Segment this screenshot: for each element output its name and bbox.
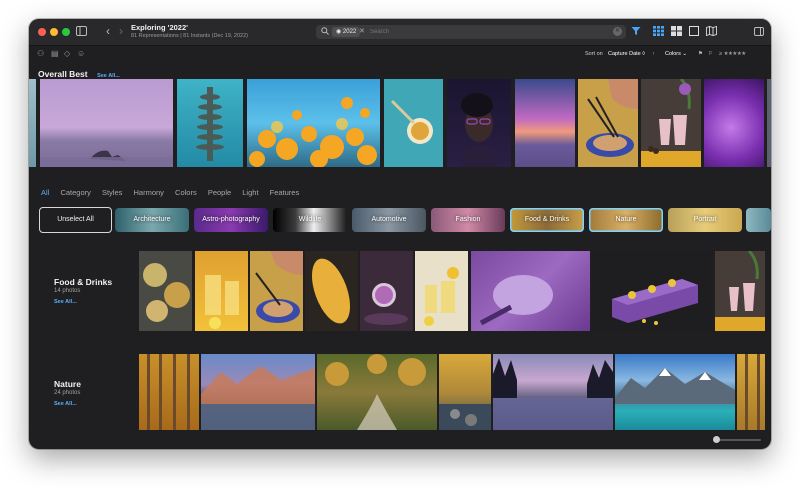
sidebar-right-icon[interactable] [754, 27, 764, 39]
section-food-drinks: Food & Drinks 14 photos See All... [29, 251, 771, 331]
photo-thumbnail[interactable] [439, 354, 491, 430]
chip-wildlife[interactable]: Wildlife [273, 208, 347, 232]
photo-thumbnail[interactable] [715, 251, 765, 331]
photo-thumbnail[interactable] [317, 354, 437, 430]
people-tree-icon[interactable]: ⚇ [37, 49, 44, 58]
section-see-all-link[interactable]: See All... [54, 401, 77, 407]
photo-thumbnail[interactable] [493, 354, 613, 430]
app-window: ‹ › Exploring '2022' 81 Representations … [29, 19, 771, 449]
overall-best-strip [29, 79, 771, 167]
search-input[interactable] [370, 26, 590, 37]
album-icon[interactable]: ▤ [51, 49, 59, 58]
photo-thumbnail[interactable] [139, 354, 199, 430]
search-icon [321, 27, 329, 37]
photo-thumbnail[interactable] [615, 354, 735, 430]
photo-thumbnail[interactable] [247, 79, 380, 167]
photo-thumbnail[interactable] [578, 79, 638, 167]
colors-label: Colors [665, 51, 681, 57]
forward-arrow-icon[interactable]: › [119, 25, 123, 37]
rating-prefix: ≥ [719, 51, 723, 57]
photo-thumbnail[interactable] [177, 79, 243, 167]
photo-thumbnail[interactable] [384, 79, 443, 167]
tab-styles[interactable]: Styles [102, 188, 122, 197]
section-title: Nature [54, 379, 81, 389]
search-field[interactable]: ◉ 2022 ✕ ✕ [316, 25, 626, 39]
calendar-icon: ◉ [336, 29, 342, 35]
search-token[interactable]: ◉ 2022 [332, 27, 361, 37]
filter-icon[interactable] [631, 26, 641, 39]
photo-thumbnail[interactable] [515, 79, 575, 167]
rating-stars: ★★★★★ [723, 51, 747, 57]
title-bar: ‹ › Exploring '2022' 81 Representations … [29, 19, 771, 46]
photo-thumbnail[interactable] [767, 79, 771, 167]
photo-thumbnail[interactable] [201, 354, 315, 430]
chip-automotive[interactable]: Automotive [352, 208, 426, 232]
chip-portrait[interactable]: Portrait [668, 208, 742, 232]
section-title: Food & Drinks [54, 277, 113, 287]
minimize-window-button[interactable] [50, 28, 58, 36]
section-count: 24 photos [54, 390, 81, 396]
tab-features[interactable]: Features [270, 188, 300, 197]
photo-thumbnail[interactable] [360, 251, 413, 331]
category-chips: Unselect All Architecture Astro-photogra… [29, 207, 771, 233]
photo-thumbnail[interactable] [415, 251, 468, 331]
overall-best-title: Overall Best [38, 69, 88, 79]
tab-colors[interactable]: Colors [175, 188, 197, 197]
section-count: 14 photos [54, 288, 81, 294]
tab-light[interactable]: Light [242, 188, 258, 197]
clear-search-icon[interactable]: ✕ [613, 27, 622, 36]
photo-thumbnail[interactable] [704, 79, 764, 167]
chip-more[interactable] [746, 208, 771, 232]
flag-icon[interactable]: ⚑ [698, 51, 703, 57]
window-subtitle: 81 Representations | 81 Instants (Dec 19… [131, 33, 248, 39]
filter-tabs: All Category Styles Harmony Colors Peopl… [41, 188, 308, 197]
remove-token-icon[interactable]: ✕ [359, 27, 365, 35]
chip-food-drinks[interactable]: Food & Drinks [510, 208, 584, 232]
photo-thumbnail[interactable] [305, 251, 358, 331]
photo-thumbnail[interactable] [139, 251, 192, 331]
rating-filter[interactable]: ≥ ★★★★★ [719, 51, 746, 57]
grid-view-icon[interactable] [653, 26, 664, 39]
window-title-block: Exploring '2022' 81 Representations | 81… [131, 23, 248, 39]
sort-direction-icon[interactable]: ↑ [652, 51, 655, 57]
close-window-button[interactable] [38, 28, 46, 36]
sort-label: Sort on [585, 51, 603, 57]
slider-knob[interactable] [713, 436, 720, 443]
window-title: Exploring '2022' [131, 23, 188, 32]
chip-fashion[interactable]: Fashion [431, 208, 505, 232]
flag-outline-icon[interactable]: ⚐ [708, 51, 713, 57]
photo-thumbnail[interactable] [29, 79, 36, 167]
secondary-toolbar: ⚇ ▤ ◇ ☺ Sort on Capture Date ◊ ↑ Colors … [29, 46, 771, 62]
tab-harmony[interactable]: Harmony [134, 188, 164, 197]
sidebar-toggle-icon[interactable] [76, 26, 87, 39]
photo-thumbnail[interactable] [250, 251, 303, 331]
section-see-all-link[interactable]: See All... [54, 299, 77, 305]
single-view-icon[interactable] [689, 26, 699, 39]
thumbnail-size-slider[interactable] [713, 436, 761, 443]
zoom-window-button[interactable] [62, 28, 70, 36]
photo-thumbnail[interactable] [737, 354, 765, 430]
colors-dropdown[interactable]: Colors ⌄ [665, 51, 687, 57]
sort-dropdown[interactable]: Capture Date ◊ [608, 51, 645, 57]
tag-icon[interactable]: ◇ [64, 49, 70, 58]
photo-thumbnail[interactable] [447, 79, 511, 167]
photo-thumbnail[interactable] [40, 79, 173, 167]
mosaic-view-icon[interactable] [671, 26, 682, 39]
chip-nature[interactable]: Nature [589, 208, 663, 232]
person-icon[interactable]: ☺ [77, 49, 85, 58]
map-view-icon[interactable] [706, 25, 717, 39]
unselect-all-button[interactable]: Unselect All [39, 207, 112, 233]
photo-thumbnail[interactable] [641, 79, 701, 167]
photo-thumbnail[interactable] [195, 251, 248, 331]
photo-thumbnail[interactable] [471, 251, 590, 331]
back-arrow-icon[interactable]: ‹ [106, 25, 110, 37]
section-nature: Nature 24 photos See All... [29, 354, 771, 430]
tab-category[interactable]: Category [60, 188, 90, 197]
tab-all[interactable]: All [41, 188, 49, 197]
tab-people[interactable]: People [208, 188, 231, 197]
chip-astro-photography[interactable]: Astro-photography [194, 208, 268, 232]
chip-architecture[interactable]: Architecture [115, 208, 189, 232]
photo-thumbnail[interactable] [592, 251, 712, 331]
search-token-label: 2022 [342, 29, 357, 35]
